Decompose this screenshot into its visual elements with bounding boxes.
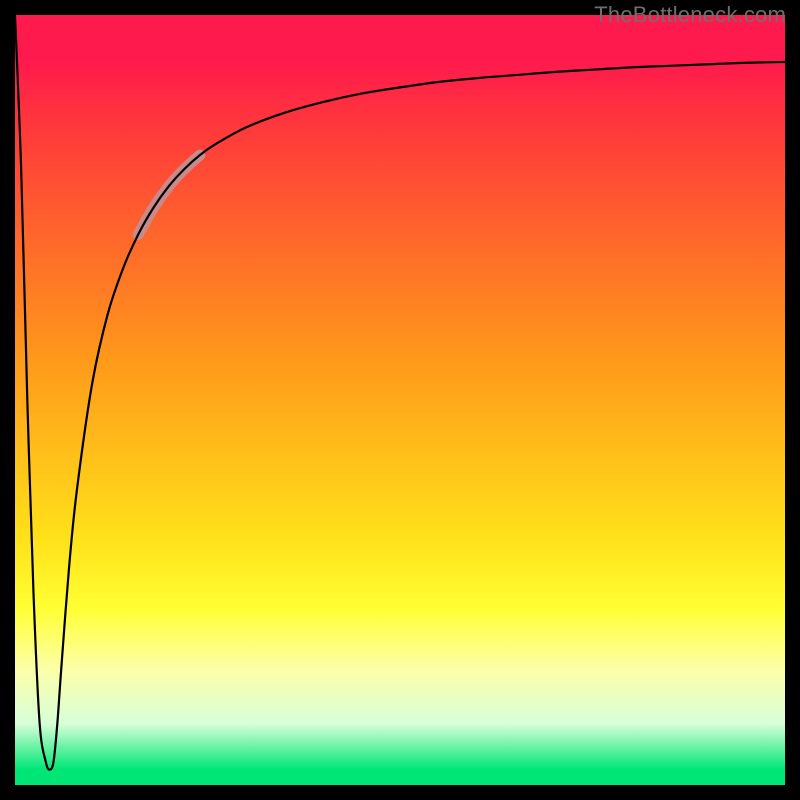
- plot-area: [15, 15, 785, 785]
- chart-frame: TheBottleneck.com: [0, 0, 800, 800]
- curve-layer: [15, 15, 785, 785]
- curve-highlight: [138, 155, 200, 234]
- attribution-text: TheBottleneck.com: [594, 2, 786, 28]
- bottleneck-curve: [15, 15, 785, 770]
